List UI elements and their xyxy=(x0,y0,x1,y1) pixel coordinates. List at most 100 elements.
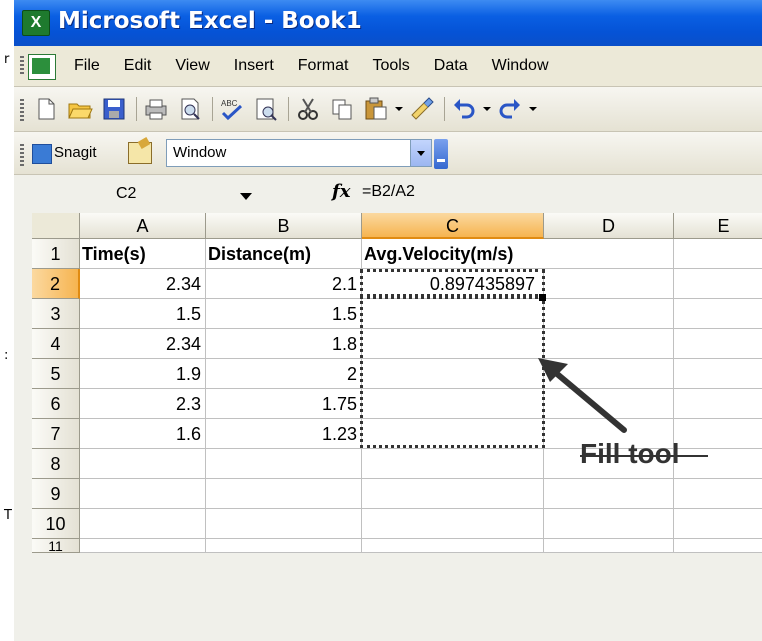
cell-e2[interactable] xyxy=(674,269,762,299)
row-header[interactable]: 4 xyxy=(32,329,80,359)
toolbar-grip[interactable] xyxy=(20,144,24,166)
cell-b4[interactable]: 1.8 xyxy=(206,329,362,359)
workbook-icon[interactable] xyxy=(28,54,56,80)
row-header[interactable]: 9 xyxy=(32,479,80,509)
row-header[interactable]: 5 xyxy=(32,359,80,389)
redo-icon[interactable] xyxy=(496,95,524,123)
cell-c4[interactable] xyxy=(362,329,544,359)
cell-c7[interactable] xyxy=(362,419,544,449)
menu-insert[interactable]: Insert xyxy=(234,57,274,75)
format-painter-icon[interactable] xyxy=(408,95,436,123)
cell-a1[interactable]: Time(s) xyxy=(80,239,206,269)
cell-a5[interactable]: 1.9 xyxy=(80,359,206,389)
cell-b1[interactable]: Distance(m) xyxy=(206,239,362,269)
cell-c6[interactable] xyxy=(362,389,544,419)
cell-a3[interactable]: 1.5 xyxy=(80,299,206,329)
cell-b3[interactable]: 1.5 xyxy=(206,299,362,329)
row-header[interactable]: 2 xyxy=(32,269,80,299)
row-header[interactable]: 11 xyxy=(32,539,80,553)
cell-e10[interactable] xyxy=(674,509,762,539)
cell-d9[interactable] xyxy=(544,479,674,509)
cell-d3[interactable] xyxy=(544,299,674,329)
snagit-capture-icon[interactable] xyxy=(32,144,52,164)
cell-c10[interactable] xyxy=(362,509,544,539)
cell-c1[interactable]: Avg.Velocity(m/s) xyxy=(362,239,544,269)
cell-e9[interactable] xyxy=(674,479,762,509)
chevron-down-icon[interactable] xyxy=(410,140,431,166)
cell-e6[interactable] xyxy=(674,389,762,419)
cell-e8[interactable] xyxy=(674,449,762,479)
cell-c8[interactable] xyxy=(362,449,544,479)
menu-format[interactable]: Format xyxy=(298,57,349,75)
cell-b10[interactable] xyxy=(206,509,362,539)
column-header-c[interactable]: C xyxy=(362,213,544,239)
capture-mode-select[interactable]: Window xyxy=(166,139,432,167)
cell-a11[interactable] xyxy=(80,539,206,553)
cell-d2[interactable] xyxy=(544,269,674,299)
cell-e3[interactable] xyxy=(674,299,762,329)
cell-a10[interactable] xyxy=(80,509,206,539)
toolbar-options-icon[interactable] xyxy=(434,139,448,169)
chevron-down-icon[interactable] xyxy=(480,95,494,123)
cell-d1[interactable] xyxy=(544,239,674,269)
print-icon[interactable] xyxy=(142,95,170,123)
chevron-down-icon[interactable] xyxy=(526,95,540,123)
select-all-corner[interactable] xyxy=(32,213,80,239)
toolbar-grip[interactable] xyxy=(20,99,24,121)
cut-icon[interactable] xyxy=(294,95,322,123)
paste-icon[interactable] xyxy=(362,95,390,123)
cell-a6[interactable]: 2.3 xyxy=(80,389,206,419)
column-header-d[interactable]: D xyxy=(544,213,674,239)
cell-c9[interactable] xyxy=(362,479,544,509)
formula-input[interactable]: =B2/A2 xyxy=(362,183,415,201)
menu-data[interactable]: Data xyxy=(434,57,468,75)
cell-a7[interactable]: 1.6 xyxy=(80,419,206,449)
row-header[interactable]: 6 xyxy=(32,389,80,419)
cell-e1[interactable] xyxy=(674,239,762,269)
print-preview-icon[interactable] xyxy=(176,95,204,123)
chevron-down-icon[interactable] xyxy=(392,95,406,123)
menu-edit[interactable]: Edit xyxy=(124,57,152,75)
snagit-label[interactable]: Snagit xyxy=(54,144,97,161)
cell-a4[interactable]: 2.34 xyxy=(80,329,206,359)
name-box[interactable]: C2 xyxy=(32,181,252,207)
cell-e11[interactable] xyxy=(674,539,762,553)
spelling-icon[interactable]: ABC xyxy=(218,95,246,123)
cell-a8[interactable] xyxy=(80,449,206,479)
column-header-a[interactable]: A xyxy=(80,213,206,239)
cell-a2[interactable]: 2.34 xyxy=(80,269,206,299)
row-header[interactable]: 1 xyxy=(32,239,80,269)
menu-tools[interactable]: Tools xyxy=(372,57,409,75)
row-header[interactable]: 3 xyxy=(32,299,80,329)
copy-icon[interactable] xyxy=(328,95,356,123)
column-header-b[interactable]: B xyxy=(206,213,362,239)
new-document-icon[interactable] xyxy=(32,95,60,123)
cell-b9[interactable] xyxy=(206,479,362,509)
toolbar-grip[interactable] xyxy=(20,56,24,76)
research-icon[interactable] xyxy=(252,95,280,123)
menu-window[interactable]: Window xyxy=(492,57,549,75)
cell-c2[interactable]: 0.897435897 xyxy=(362,269,544,299)
cell-c5[interactable] xyxy=(362,359,544,389)
fill-handle[interactable] xyxy=(539,294,546,301)
cell-e5[interactable] xyxy=(674,359,762,389)
cell-c3[interactable] xyxy=(362,299,544,329)
chevron-down-icon[interactable] xyxy=(240,193,252,200)
undo-icon[interactable] xyxy=(450,95,478,123)
open-folder-icon[interactable] xyxy=(66,95,94,123)
cell-d10[interactable] xyxy=(544,509,674,539)
snagit-profile-icon[interactable] xyxy=(128,142,152,164)
cell-b7[interactable]: 1.23 xyxy=(206,419,362,449)
save-icon[interactable] xyxy=(100,95,128,123)
cell-b5[interactable]: 2 xyxy=(206,359,362,389)
cell-c11[interactable] xyxy=(362,539,544,553)
cell-b2[interactable]: 2.1 xyxy=(206,269,362,299)
cell-b11[interactable] xyxy=(206,539,362,553)
cell-e4[interactable] xyxy=(674,329,762,359)
row-header[interactable]: 8 xyxy=(32,449,80,479)
menu-file[interactable]: File xyxy=(74,57,100,75)
cell-b6[interactable]: 1.75 xyxy=(206,389,362,419)
row-header[interactable]: 7 xyxy=(32,419,80,449)
column-header-e[interactable]: E xyxy=(674,213,762,239)
cell-e7[interactable] xyxy=(674,419,762,449)
